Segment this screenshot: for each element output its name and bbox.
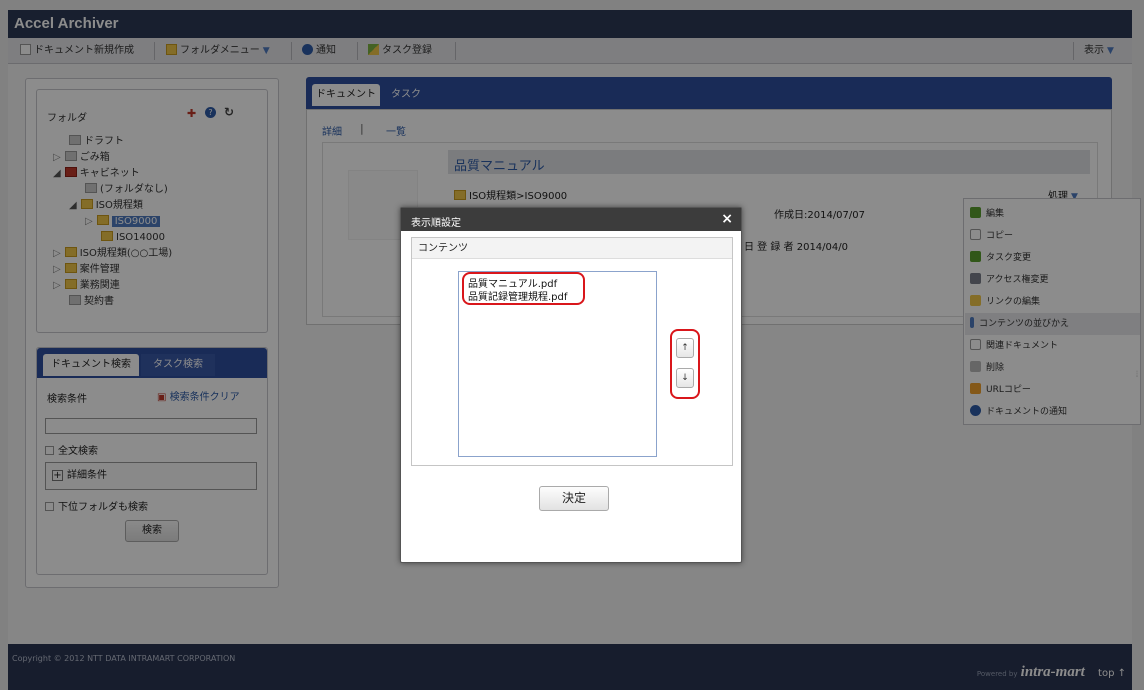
sort-order-dialog: 表示順設定 × コンテンツ 品質マニュアル.pdf 品質記録管理規程.pdf ↑… bbox=[400, 207, 742, 563]
move-up-button[interactable]: ↑ bbox=[676, 338, 694, 358]
move-buttons-highlight: ↑ ↓ bbox=[670, 329, 700, 399]
dialog-title: 表示順設定 bbox=[411, 218, 461, 229]
close-icon[interactable]: × bbox=[721, 211, 733, 227]
contents-section-label: コンテンツ bbox=[412, 238, 732, 259]
contents-section: コンテンツ 品質マニュアル.pdf 品質記録管理規程.pdf ↑ ↓ bbox=[411, 237, 733, 466]
contents-list-highlight: 品質マニュアル.pdf 品質記録管理規程.pdf bbox=[462, 272, 585, 305]
decide-button[interactable]: 決定 bbox=[539, 486, 609, 511]
dialog-header: 表示順設定 × bbox=[401, 208, 741, 231]
move-down-button[interactable]: ↓ bbox=[676, 368, 694, 388]
list-item[interactable]: 品質記録管理規程.pdf bbox=[468, 288, 567, 303]
